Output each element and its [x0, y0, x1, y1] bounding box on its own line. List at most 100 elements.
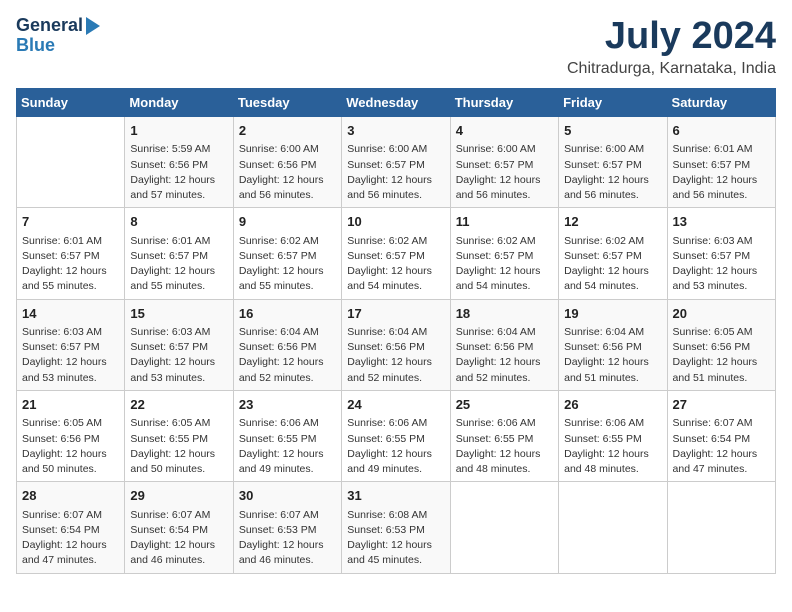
day-number: 2 — [239, 121, 336, 141]
calendar-cell: 23Sunrise: 6:06 AM Sunset: 6:55 PM Dayli… — [233, 390, 341, 481]
cell-details: Sunrise: 6:00 AM Sunset: 6:57 PM Dayligh… — [564, 142, 661, 203]
calendar-cell: 15Sunrise: 6:03 AM Sunset: 6:57 PM Dayli… — [125, 299, 233, 390]
cell-details: Sunrise: 6:03 AM Sunset: 6:57 PM Dayligh… — [673, 234, 770, 295]
header-cell-tuesday: Tuesday — [233, 88, 341, 116]
cell-details: Sunrise: 6:04 AM Sunset: 6:56 PM Dayligh… — [564, 325, 661, 386]
calendar-cell: 3Sunrise: 6:00 AM Sunset: 6:57 PM Daylig… — [342, 116, 450, 207]
day-number: 23 — [239, 395, 336, 415]
calendar-cell: 24Sunrise: 6:06 AM Sunset: 6:55 PM Dayli… — [342, 390, 450, 481]
calendar-cell: 20Sunrise: 6:05 AM Sunset: 6:56 PM Dayli… — [667, 299, 775, 390]
cell-details: Sunrise: 6:04 AM Sunset: 6:56 PM Dayligh… — [456, 325, 553, 386]
cell-details: Sunrise: 6:06 AM Sunset: 6:55 PM Dayligh… — [239, 416, 336, 477]
calendar-cell — [17, 116, 125, 207]
logo-general: General — [16, 16, 83, 36]
cell-details: Sunrise: 6:05 AM Sunset: 6:56 PM Dayligh… — [673, 325, 770, 386]
cell-details: Sunrise: 6:02 AM Sunset: 6:57 PM Dayligh… — [456, 234, 553, 295]
cell-details: Sunrise: 6:04 AM Sunset: 6:56 PM Dayligh… — [239, 325, 336, 386]
calendar-cell: 7Sunrise: 6:01 AM Sunset: 6:57 PM Daylig… — [17, 208, 125, 299]
header-cell-sunday: Sunday — [17, 88, 125, 116]
cell-details: Sunrise: 6:02 AM Sunset: 6:57 PM Dayligh… — [347, 234, 444, 295]
calendar-cell: 1Sunrise: 5:59 AM Sunset: 6:56 PM Daylig… — [125, 116, 233, 207]
cell-details: Sunrise: 6:03 AM Sunset: 6:57 PM Dayligh… — [130, 325, 227, 386]
day-number: 29 — [130, 486, 227, 506]
day-number: 19 — [564, 304, 661, 324]
calendar-cell: 30Sunrise: 6:07 AM Sunset: 6:53 PM Dayli… — [233, 482, 341, 573]
calendar-week-1: 1Sunrise: 5:59 AM Sunset: 6:56 PM Daylig… — [17, 116, 776, 207]
day-number: 22 — [130, 395, 227, 415]
cell-details: Sunrise: 6:00 AM Sunset: 6:57 PM Dayligh… — [456, 142, 553, 203]
calendar-body: 1Sunrise: 5:59 AM Sunset: 6:56 PM Daylig… — [17, 116, 776, 573]
calendar-cell: 8Sunrise: 6:01 AM Sunset: 6:57 PM Daylig… — [125, 208, 233, 299]
cell-details: Sunrise: 6:02 AM Sunset: 6:57 PM Dayligh… — [564, 234, 661, 295]
calendar-cell — [559, 482, 667, 573]
cell-details: Sunrise: 6:01 AM Sunset: 6:57 PM Dayligh… — [673, 142, 770, 203]
calendar-cell: 2Sunrise: 6:00 AM Sunset: 6:56 PM Daylig… — [233, 116, 341, 207]
header-cell-saturday: Saturday — [667, 88, 775, 116]
cell-details: Sunrise: 6:07 AM Sunset: 6:53 PM Dayligh… — [239, 508, 336, 569]
cell-details: Sunrise: 6:06 AM Sunset: 6:55 PM Dayligh… — [347, 416, 444, 477]
calendar-cell: 31Sunrise: 6:08 AM Sunset: 6:53 PM Dayli… — [342, 482, 450, 573]
cell-details: Sunrise: 6:05 AM Sunset: 6:56 PM Dayligh… — [22, 416, 119, 477]
cell-details: Sunrise: 6:07 AM Sunset: 6:54 PM Dayligh… — [130, 508, 227, 569]
cell-details: Sunrise: 6:07 AM Sunset: 6:54 PM Dayligh… — [673, 416, 770, 477]
day-number: 4 — [456, 121, 553, 141]
calendar-cell: 27Sunrise: 6:07 AM Sunset: 6:54 PM Dayli… — [667, 390, 775, 481]
calendar-cell: 10Sunrise: 6:02 AM Sunset: 6:57 PM Dayli… — [342, 208, 450, 299]
logo-arrow-icon — [86, 17, 100, 35]
header-cell-thursday: Thursday — [450, 88, 558, 116]
calendar-cell — [450, 482, 558, 573]
cell-details: Sunrise: 6:06 AM Sunset: 6:55 PM Dayligh… — [564, 416, 661, 477]
location-title: Chitradurga, Karnataka, India — [567, 60, 776, 78]
day-number: 13 — [673, 212, 770, 232]
calendar-cell: 9Sunrise: 6:02 AM Sunset: 6:57 PM Daylig… — [233, 208, 341, 299]
logo: General Blue — [16, 16, 100, 56]
calendar-cell: 16Sunrise: 6:04 AM Sunset: 6:56 PM Dayli… — [233, 299, 341, 390]
cell-details: Sunrise: 6:01 AM Sunset: 6:57 PM Dayligh… — [130, 234, 227, 295]
header-cell-monday: Monday — [125, 88, 233, 116]
day-number: 30 — [239, 486, 336, 506]
cell-details: Sunrise: 6:04 AM Sunset: 6:56 PM Dayligh… — [347, 325, 444, 386]
cell-details: Sunrise: 6:01 AM Sunset: 6:57 PM Dayligh… — [22, 234, 119, 295]
calendar-cell: 14Sunrise: 6:03 AM Sunset: 6:57 PM Dayli… — [17, 299, 125, 390]
calendar-cell: 25Sunrise: 6:06 AM Sunset: 6:55 PM Dayli… — [450, 390, 558, 481]
day-number: 5 — [564, 121, 661, 141]
cell-details: Sunrise: 6:08 AM Sunset: 6:53 PM Dayligh… — [347, 508, 444, 569]
calendar-cell: 28Sunrise: 6:07 AM Sunset: 6:54 PM Dayli… — [17, 482, 125, 573]
calendar-cell: 11Sunrise: 6:02 AM Sunset: 6:57 PM Dayli… — [450, 208, 558, 299]
calendar-week-2: 7Sunrise: 6:01 AM Sunset: 6:57 PM Daylig… — [17, 208, 776, 299]
logo-blue: Blue — [16, 36, 55, 56]
day-number: 14 — [22, 304, 119, 324]
calendar-cell: 29Sunrise: 6:07 AM Sunset: 6:54 PM Dayli… — [125, 482, 233, 573]
day-number: 17 — [347, 304, 444, 324]
day-number: 15 — [130, 304, 227, 324]
header-cell-wednesday: Wednesday — [342, 88, 450, 116]
calendar-cell: 17Sunrise: 6:04 AM Sunset: 6:56 PM Dayli… — [342, 299, 450, 390]
cell-details: Sunrise: 5:59 AM Sunset: 6:56 PM Dayligh… — [130, 142, 227, 203]
day-number: 28 — [22, 486, 119, 506]
header: General Blue July 2024 Chitradurga, Karn… — [16, 16, 776, 78]
calendar-week-5: 28 Sunrise: 6:07 AM Sunset: 6:54 PM Dayli… — [17, 482, 776, 573]
cell-details: Sunrise: 6:06 AM Sunset: 6:55 PM Dayligh… — [456, 416, 553, 477]
calendar-cell — [667, 482, 775, 573]
cell-details: Sunrise: 6:03 AM Sunset: 6:57 PM Dayligh… — [22, 325, 119, 386]
day-number: 16 — [239, 304, 336, 324]
day-number: 31 — [347, 486, 444, 506]
day-number: 12 — [564, 212, 661, 232]
cell-details: Sunrise: 6:02 AM Sunset: 6:57 PM Dayligh… — [239, 234, 336, 295]
calendar-week-4: 21Sunrise: 6:05 AM Sunset: 6:56 PM Dayli… — [17, 390, 776, 481]
day-number: 1 — [130, 121, 227, 141]
calendar-cell: 12Sunrise: 6:02 AM Sunset: 6:57 PM Dayli… — [559, 208, 667, 299]
title-area: July 2024 Chitradurga, Karnataka, India — [567, 16, 776, 78]
day-number: 18 — [456, 304, 553, 324]
day-number: 24 — [347, 395, 444, 415]
calendar-cell: 4Sunrise: 6:00 AM Sunset: 6:57 PM Daylig… — [450, 116, 558, 207]
calendar-header-row: SundayMondayTuesdayWednesdayThursdayFrid… — [17, 88, 776, 116]
cell-details: Sunrise: 6:00 AM Sunset: 6:57 PM Dayligh… — [347, 142, 444, 203]
calendar-cell: 18Sunrise: 6:04 AM Sunset: 6:56 PM Dayli… — [450, 299, 558, 390]
calendar-cell: 19Sunrise: 6:04 AM Sunset: 6:56 PM Dayli… — [559, 299, 667, 390]
cell-details: Sunrise: 6:05 AM Sunset: 6:55 PM Dayligh… — [130, 416, 227, 477]
day-number: 3 — [347, 121, 444, 141]
calendar-table: SundayMondayTuesdayWednesdayThursdayFrid… — [16, 88, 776, 574]
day-number: 10 — [347, 212, 444, 232]
day-number: 21 — [22, 395, 119, 415]
